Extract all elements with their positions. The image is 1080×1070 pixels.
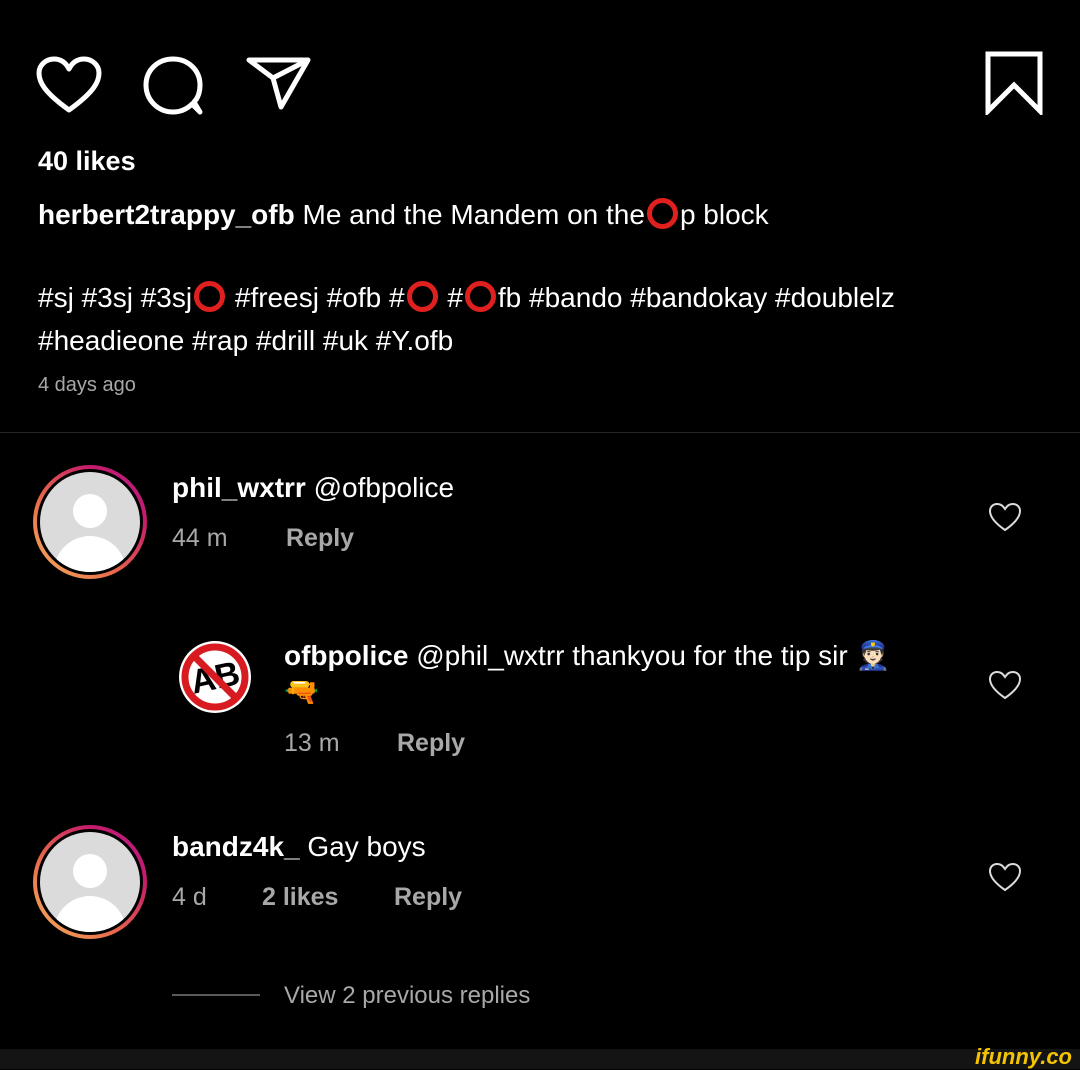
comment-time: 13 m xyxy=(284,729,340,757)
red-circle-emoji xyxy=(646,198,678,229)
gun-emoji: 🔫 xyxy=(284,676,319,707)
watermark-bar xyxy=(0,1049,1080,1069)
likes-count[interactable]: 40 likes xyxy=(38,146,136,177)
comment-like-heart-icon[interactable] xyxy=(988,670,1022,700)
avatar-ofbpolice[interactable]: AB xyxy=(178,640,252,714)
bookmark-icon[interactable] xyxy=(985,51,1043,115)
like-heart-icon[interactable] xyxy=(36,56,102,114)
caption-text: Me and the Mandem on the xyxy=(302,199,645,230)
hashtags-c[interactable]: # xyxy=(447,282,463,313)
avatar-bandz4k[interactable] xyxy=(33,825,147,939)
comment-like-heart-icon[interactable] xyxy=(988,502,1022,532)
hashtags-b[interactable]: #freesj #ofb # xyxy=(235,282,405,313)
comment-text: phil_wxtrr @ofbpolice xyxy=(172,470,454,506)
reply-comment-text: ofbpolice @phil_wxtrr thankyou for the t… xyxy=(284,638,964,710)
hashtags-line2[interactable]: #headieone #rap #drill #uk #Y.ofb xyxy=(38,325,453,356)
hashtags[interactable]: #sj #3sj #3sj #freesj #ofb # # fb #bando … xyxy=(38,276,1048,362)
comment-text: bandz4k_ Gay boys xyxy=(172,829,426,865)
hashtags-a[interactable]: #sj #3sj #3sj xyxy=(38,282,192,313)
red-circle-emoji xyxy=(406,281,438,312)
comment-body: @phil_wxtrr thankyou for the tip sir 👮🏻 xyxy=(416,640,891,671)
reply-button[interactable]: Reply xyxy=(397,729,465,758)
replies-line xyxy=(172,994,260,996)
reply-button[interactable]: Reply xyxy=(394,883,462,912)
red-circle-emoji xyxy=(464,281,496,312)
comment-icon[interactable] xyxy=(142,56,206,116)
caption-text-end: p block xyxy=(679,199,769,230)
comment-like-heart-icon[interactable] xyxy=(988,862,1022,892)
caption-username[interactable]: herbert2trappy_ofb xyxy=(38,199,295,230)
red-circle-emoji xyxy=(194,281,226,312)
hashtags-d[interactable]: fb #bando #bandokay #doublelz xyxy=(498,282,895,313)
divider xyxy=(0,432,1080,433)
post-timestamp: 4 days ago xyxy=(38,374,136,396)
comment-body: Gay boys xyxy=(307,831,426,862)
comment-username[interactable]: bandz4k_ xyxy=(172,831,300,862)
comment-time: 44 m xyxy=(172,524,228,552)
share-send-icon[interactable] xyxy=(246,56,312,110)
comment-time: 4 d xyxy=(172,883,207,911)
view-previous-replies[interactable]: View 2 previous replies xyxy=(284,982,530,1010)
comment-body: @ofbpolice xyxy=(313,472,455,503)
ifunny-watermark: ifunny.co xyxy=(975,1044,1072,1069)
avatar-phil-wxtrr[interactable] xyxy=(33,465,147,579)
comment-username[interactable]: ofbpolice xyxy=(284,640,408,671)
reply-button[interactable]: Reply xyxy=(286,524,354,553)
comment-likes[interactable]: 2 likes xyxy=(262,883,338,912)
comment-username[interactable]: phil_wxtrr xyxy=(172,472,306,503)
post-caption: herbert2trappy_ofb Me and the Mandem on … xyxy=(38,193,1048,236)
